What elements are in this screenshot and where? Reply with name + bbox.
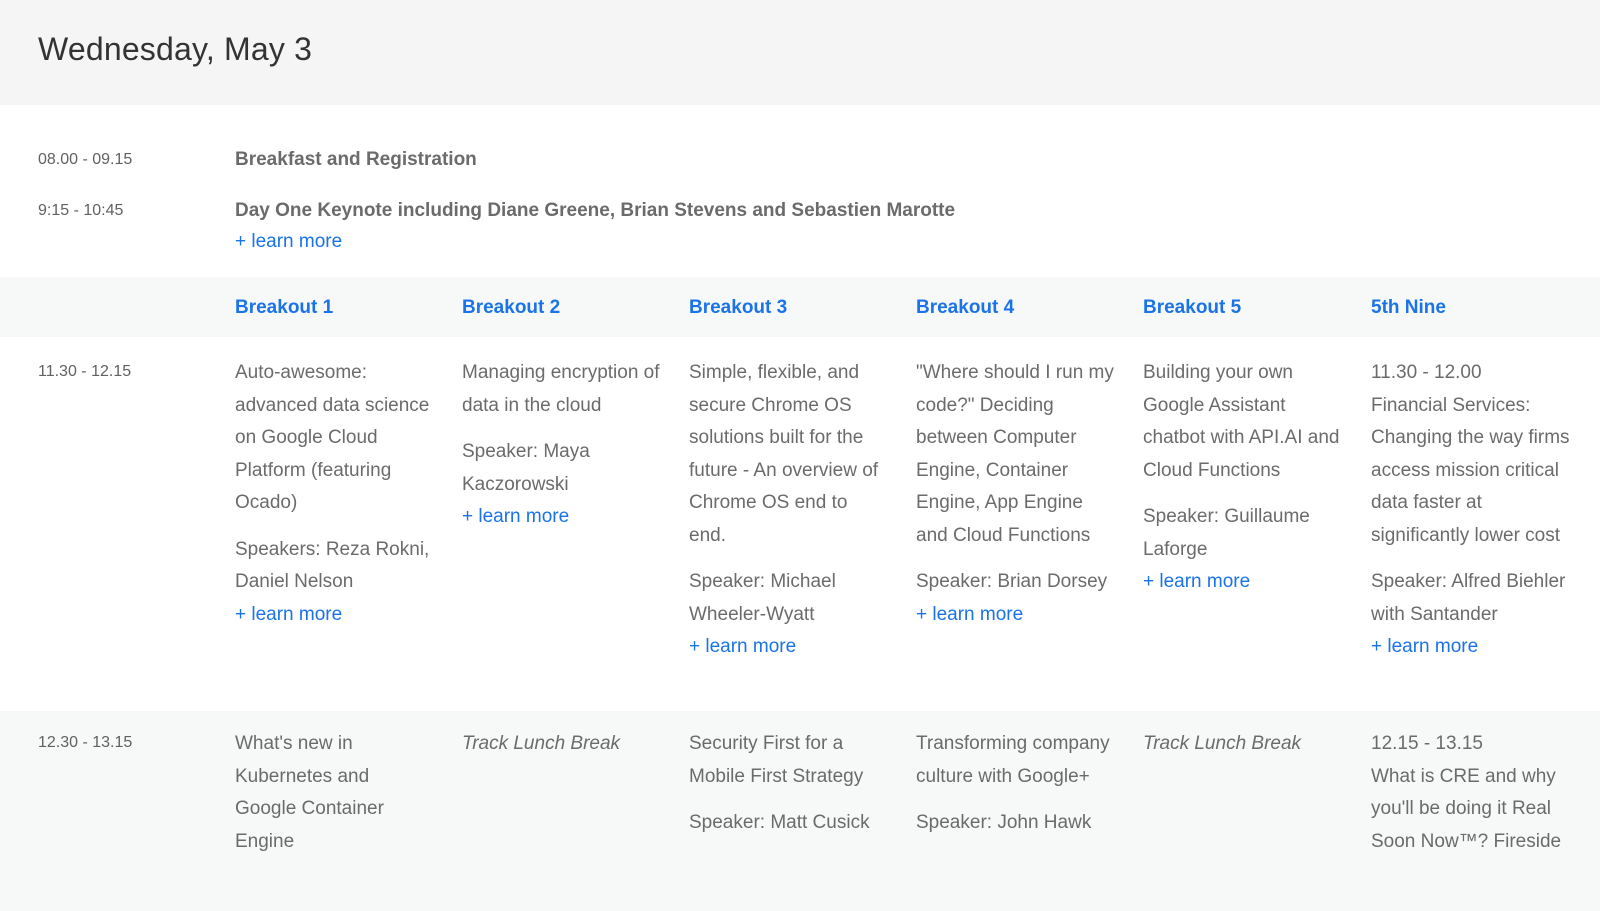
session-title: What's new in Kubernetes and Google Cont…: [235, 733, 384, 852]
session-card: Auto-awesome: advanced data science on G…: [235, 357, 435, 631]
learn-more-link[interactable]: + learn more: [235, 604, 342, 625]
session-title: What is CRE and why you'll be doing it R…: [1371, 765, 1562, 852]
learn-more-link[interactable]: + learn more: [1371, 636, 1478, 657]
session-card: 11.30 - 12.00 Financial Services: Changi…: [1371, 357, 1571, 664]
track-label-breakout-2: Breakout 2: [462, 297, 561, 318]
schedule-row-breakfast: 08.00 - 09.15 Breakfast and Registration: [0, 105, 1600, 170]
session-time-note: 11.30 - 12.00: [1371, 362, 1482, 383]
session-speaker: Speaker: Alfred Biehler with Santander: [1371, 571, 1566, 625]
track-label-5th-nine: 5th Nine: [1371, 297, 1446, 318]
learn-more-link[interactable]: + learn more: [916, 604, 1023, 625]
session-card: Track Lunch Break: [462, 728, 662, 775]
learn-more-link[interactable]: + learn more: [689, 636, 796, 657]
session-card: Building your own Google Assistant chatb…: [1143, 357, 1343, 599]
session-card: 12.15 - 13.15 What is CRE and why you'll…: [1371, 728, 1571, 872]
session-time: 9:15 - 10:45: [38, 202, 124, 219]
session-card: Security First for a Mobile First Strate…: [689, 728, 889, 840]
track-label-breakout-3: Breakout 3: [689, 297, 788, 318]
learn-more-link[interactable]: + learn more: [1143, 571, 1250, 592]
session-time: 11.30 - 12.15: [38, 363, 132, 380]
session-speaker: Speaker: Maya Kaczorowski: [462, 441, 590, 495]
track-label-breakout-5: Breakout 5: [1143, 297, 1242, 318]
session-title: Transforming company culture with Google…: [916, 733, 1110, 787]
session-card: Track Lunch Break: [1143, 728, 1343, 775]
day-header: Wednesday, May 3: [0, 0, 1600, 105]
session-time: 12.30 - 13.15: [38, 734, 133, 751]
session-card: Simple, flexible, and secure Chrome OS s…: [689, 357, 889, 664]
session-title: Financial Services: Changing the way fir…: [1371, 394, 1570, 546]
session-card: What's new in Kubernetes and Google Cont…: [235, 728, 435, 872]
session-title: Track Lunch Break: [1143, 733, 1302, 754]
schedule-row-keynote: 9:15 - 10:45 Day One Keynote including D…: [0, 157, 1600, 277]
session-title: Auto-awesome: advanced data science on G…: [235, 362, 430, 513]
session-speaker: Speaker: Brian Dorsey: [916, 571, 1108, 592]
session-speaker: Speaker: Matt Cusick: [689, 812, 870, 833]
session-card: Managing encryption of data in the cloud…: [462, 357, 662, 534]
session-time-note: 12.15 - 13.15: [1371, 733, 1483, 754]
session-title: Simple, flexible, and secure Chrome OS s…: [689, 362, 879, 546]
learn-more-link[interactable]: + learn more: [235, 231, 342, 253]
session-title: Building your own Google Assistant chatb…: [1143, 362, 1340, 481]
schedule-row-slot-1: 11.30 - 12.15 Auto-awesome: advanced dat…: [0, 337, 1600, 711]
session-speaker: Speaker: Michael Wheeler-Wyatt: [689, 571, 836, 625]
learn-more-link[interactable]: + learn more: [462, 506, 569, 527]
session-title: Managing encryption of data in the cloud: [462, 362, 660, 416]
session-speaker: Speaker: John Hawk: [916, 812, 1092, 833]
session-title: Track Lunch Break: [462, 733, 621, 754]
day-title: Wednesday, May 3: [38, 31, 313, 67]
session-title: "Where should I run my code?" Deciding b…: [916, 362, 1114, 546]
session-title: Security First for a Mobile First Strate…: [689, 733, 864, 787]
session-title: Day One Keynote including Diane Greene, …: [235, 200, 956, 221]
track-label-breakout-4: Breakout 4: [916, 297, 1015, 318]
session-speaker: Speaker: Guillaume Laforge: [1143, 506, 1310, 560]
tracks-header: Breakout 1 Breakout 2 Breakout 3 Breakou…: [0, 277, 1600, 337]
session-card: "Where should I run my code?" Deciding b…: [916, 357, 1116, 631]
track-label-breakout-1: Breakout 1: [235, 297, 334, 318]
session-speaker: Speakers: Reza Rokni, Daniel Nelson: [235, 538, 430, 593]
schedule-row-slot-2: 12.30 - 13.15 What's new in Kubernetes a…: [0, 711, 1600, 911]
session-card: Transforming company culture with Google…: [916, 728, 1116, 840]
